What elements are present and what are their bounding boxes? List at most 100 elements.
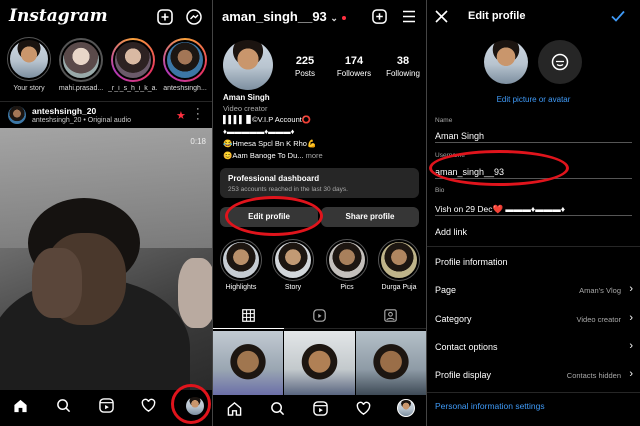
chevron-right-icon: › [629, 368, 633, 380]
reels-icon[interactable] [99, 398, 114, 413]
story-antesh[interactable]: anteshsingh... [160, 38, 210, 92]
row-label: Contact options [435, 342, 498, 352]
profile-avatar[interactable] [223, 40, 273, 90]
stat-label: Followers [336, 69, 372, 78]
menu-icon[interactable] [402, 10, 416, 23]
post-avatar[interactable] [8, 106, 26, 124]
story-label: mahi.prasad... [58, 85, 104, 92]
bio-line: 😊Aam Banoge To Du... [223, 151, 304, 160]
post-thumbnail[interactable] [284, 331, 355, 395]
grid-icon [242, 309, 255, 322]
highlight-label: Highlights [225, 284, 257, 291]
row-label: Category [435, 314, 472, 324]
messenger-icon[interactable] [186, 9, 202, 25]
new-post-icon[interactable] [157, 9, 173, 25]
name-value: Aman Singh [435, 131, 485, 141]
bottom-nav [0, 384, 212, 426]
highlights-row: Highlights Story Pics Durga Puja [217, 239, 426, 296]
post-thumbnail[interactable] [213, 331, 283, 395]
more-options-icon[interactable]: · · · [196, 104, 200, 125]
post-thumbnail[interactable] [356, 331, 426, 395]
settings-row-page[interactable]: Page Aman's Vlog › [435, 283, 635, 299]
stat-label: Posts [294, 69, 315, 78]
chevron-right-icon: › [629, 283, 633, 295]
bio-line: ♦▬▬▬▬▬♦▬▬▬♦ [223, 127, 295, 136]
bio-label: Bio [435, 187, 445, 194]
heart-icon[interactable] [141, 398, 156, 413]
row-label: Page [435, 285, 457, 295]
stat-value: 174 [344, 55, 364, 67]
highlight-cover [378, 239, 420, 281]
post-header: anteshsingh_20 anteshsingh_20 • Original… [0, 101, 212, 127]
professional-dashboard[interactable]: Professional dashboard 253 accounts reac… [220, 168, 419, 198]
bio-more-link[interactable]: more [306, 151, 323, 160]
share-profile-button[interactable]: Share profile [321, 207, 419, 227]
stat-followers[interactable]: 174 Followers [331, 55, 377, 78]
favorite-star-icon: ★ [176, 110, 186, 122]
avatar [113, 40, 153, 80]
settings-row-category[interactable]: Category Video creator › [435, 312, 635, 328]
reel-video[interactable]: 0:18 [0, 128, 212, 390]
profile-name: Aman Singh [223, 93, 270, 102]
tab-reels[interactable] [284, 303, 355, 329]
highlight-cover [220, 239, 262, 281]
annotation-circle [429, 150, 569, 186]
avatar [61, 40, 101, 80]
instagram-logo[interactable]: Instagram [9, 6, 108, 26]
tab-tagged[interactable] [355, 303, 426, 329]
edit-picture-link[interactable]: Edit picture or avatar [427, 95, 640, 104]
notification-dot [341, 15, 346, 20]
bottom-nav [213, 395, 426, 426]
settings-row-profile-display[interactable]: Profile display Contacts hidden › [435, 368, 635, 384]
bio-value: Vish on 29 Dec❤️ ▬▬▬♦▬▬▬♦ [435, 204, 566, 214]
avatar [7, 37, 51, 81]
highlight-cover [326, 239, 368, 281]
chevron-right-icon: › [629, 340, 633, 352]
highlight-label: Durga Puja [381, 284, 417, 291]
stat-following[interactable]: 38 Following [381, 55, 425, 78]
heart-icon[interactable] [356, 401, 371, 416]
home-icon[interactable] [227, 401, 242, 416]
search-icon[interactable] [270, 401, 285, 416]
avatar-placeholder[interactable] [538, 40, 582, 84]
settings-row-contact-options[interactable]: Contact options › [435, 340, 635, 356]
tab-grid[interactable] [213, 303, 284, 329]
save-check-icon[interactable] [611, 10, 625, 22]
personal-information-settings-link[interactable]: Personal information settings [435, 401, 545, 411]
post-username[interactable]: anteshsingh_20 [32, 106, 96, 116]
annotation-circle [171, 384, 211, 424]
search-icon[interactable] [56, 398, 71, 413]
divider [427, 392, 640, 393]
profile-username-header[interactable]: aman_singh__93 ⌄ [222, 9, 346, 24]
new-post-icon[interactable] [372, 9, 387, 24]
feed-screen: Instagram Your story mahi.prasad... _r_i… [0, 0, 212, 426]
profile-information-heading: Profile information [435, 257, 508, 267]
name-field[interactable]: Aman Singh [435, 126, 632, 143]
posts-grid [213, 331, 426, 395]
story-ring [111, 38, 155, 82]
story-your-story[interactable]: Your story [6, 37, 52, 92]
highlight-item[interactable]: Pics [325, 239, 369, 291]
bio-line: 😂Hmesa Spcl Bn K Rho💪 [223, 139, 317, 148]
chevron-right-icon: › [629, 312, 633, 324]
profile-tab-avatar[interactable] [397, 399, 415, 417]
highlight-item[interactable]: Highlights [219, 239, 263, 291]
avatar-face-icon [551, 53, 569, 71]
profile-picture[interactable] [484, 40, 528, 84]
home-icon[interactable] [13, 398, 28, 413]
story-mahi[interactable]: mahi.prasad... [56, 38, 106, 92]
highlight-item[interactable]: Story [271, 239, 315, 291]
add-link-button[interactable]: Add link [435, 227, 467, 237]
story-label: _r_i_s_h_i_k_a... [108, 85, 158, 92]
story-rishika[interactable]: _r_i_s_h_i_k_a... [108, 38, 158, 92]
reels-icon[interactable] [313, 401, 328, 416]
dashboard-title: Professional dashboard [228, 174, 320, 183]
avatar [165, 40, 205, 80]
close-icon[interactable] [435, 10, 448, 23]
stat-posts[interactable]: 225 Posts [285, 55, 325, 78]
highlight-item[interactable]: Durga Puja [377, 239, 421, 291]
annotation-circle [225, 196, 323, 236]
video-timer: 0:18 [190, 137, 206, 146]
highlight-label: Story [284, 284, 302, 291]
bio-field[interactable]: Vish on 29 Dec❤️ ▬▬▬♦▬▬▬♦ [435, 199, 632, 216]
